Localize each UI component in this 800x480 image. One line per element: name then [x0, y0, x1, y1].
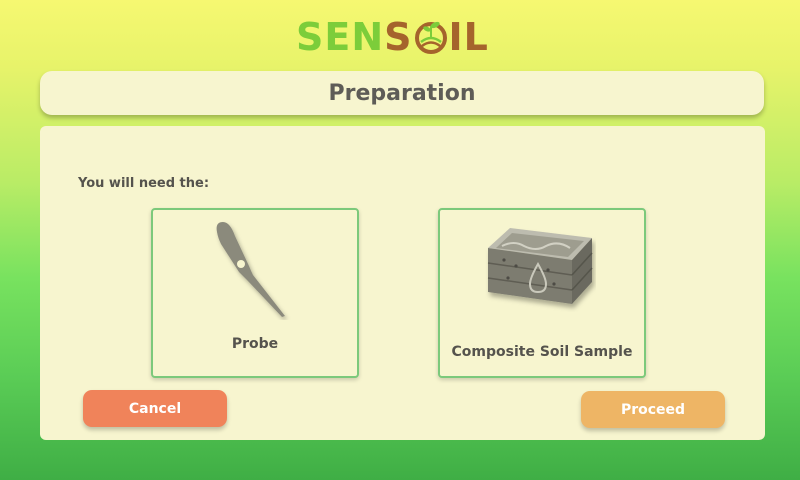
- logo-text-s: S: [384, 15, 413, 59]
- soil-sample-crate-icon: [487, 228, 593, 304]
- sprout-field-icon: [414, 21, 447, 54]
- cancel-button[interactable]: Cancel: [83, 390, 227, 427]
- probe-icon: [216, 222, 285, 317]
- item-label-composite-soil-sample: Composite Soil Sample: [451, 344, 633, 360]
- page-title: Preparation: [328, 80, 476, 106]
- item-card-probe: Probe: [151, 208, 359, 378]
- logo-text-il: IL: [448, 15, 489, 59]
- proceed-button[interactable]: Proceed: [581, 391, 725, 428]
- page-header: Preparation: [40, 71, 764, 115]
- requirements-intro: You will need the:: [78, 176, 210, 191]
- item-card-composite-soil-sample: Composite Soil Sample: [438, 208, 646, 378]
- logo-text-sen: SEN: [296, 15, 385, 59]
- item-label-probe: Probe: [231, 336, 279, 352]
- sensoil-logo: SENS IL: [296, 12, 506, 62]
